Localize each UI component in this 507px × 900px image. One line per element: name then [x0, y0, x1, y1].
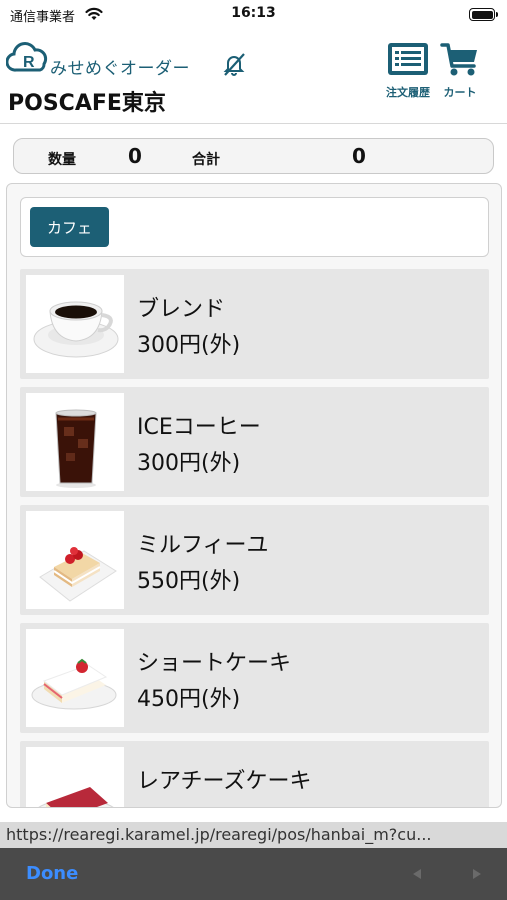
total-value: 0 [352, 144, 366, 168]
quantity-value: 0 [128, 144, 142, 168]
cloud-logo-icon: R [6, 42, 48, 72]
menu-panel[interactable]: カフェ ブレンド 300円(外) ICEコーヒー 300円(外) ミルフィーユ … [6, 183, 502, 808]
item-name: ICEコーヒー [137, 415, 261, 440]
item-price: 300円(外) [137, 451, 241, 476]
bell-muted-icon[interactable] [220, 50, 248, 78]
item-name: ミルフィーユ [137, 533, 269, 558]
done-button[interactable]: Done [26, 863, 78, 884]
menu-item[interactable]: ミルフィーユ 550円(外) [20, 505, 489, 615]
item-name: ショートケーキ [137, 651, 292, 676]
order-history-button[interactable]: 注文履歴 [382, 42, 434, 102]
iced-coffee-image [26, 393, 124, 491]
browser-toolbar: Done [0, 848, 507, 900]
cart-label: カート [443, 86, 477, 99]
item-price: 300円(外) [137, 333, 241, 358]
svg-text:R: R [23, 54, 35, 71]
cart-icon [440, 43, 477, 76]
shop-name: POSCAFE東京 [8, 91, 166, 116]
app-name: みせめぐオーダー [50, 59, 190, 79]
clock: 16:13 [231, 5, 276, 21]
menu-item[interactable]: ICEコーヒー 300円(外) [20, 387, 489, 497]
menu-item[interactable]: ショートケーキ 450円(外) [20, 623, 489, 733]
item-name: レアチーズケーキ [137, 769, 312, 794]
status-bar: 通信事業者 16:13 [0, 0, 507, 30]
category-bar: カフェ [20, 197, 489, 257]
item-name: ブレンド [137, 297, 226, 322]
order-history-label: 注文履歴 [386, 86, 430, 99]
url-bar: https://rearegi.karamel.jp/rearegi/pos/h… [0, 822, 507, 848]
total-label: 合計 [192, 152, 220, 168]
item-price: 450円(外) [137, 687, 241, 712]
cart-button[interactable]: カート [434, 42, 486, 102]
menu-item[interactable]: ブレンド 300円(外) [20, 269, 489, 379]
coffee-cup-image [26, 275, 124, 373]
menu-item[interactable]: レアチーズケーキ [20, 741, 489, 807]
app-header: R みせめぐオーダー POSCAFE東京 注文履歴 カート [0, 30, 507, 124]
back-arrow-icon[interactable] [410, 867, 424, 881]
shortcake-image [26, 629, 124, 727]
order-summary-bar: 数量 0 合計 0 [13, 138, 494, 174]
category-cafe-button[interactable]: カフェ [30, 207, 109, 247]
rare-cheesecake-image [26, 747, 124, 807]
millefeuille-image [26, 511, 124, 609]
item-price: 550円(外) [137, 569, 241, 594]
quantity-label: 数量 [48, 152, 76, 168]
battery-icon [469, 8, 498, 21]
order-list-icon [388, 43, 428, 75]
forward-arrow-icon[interactable] [470, 867, 484, 881]
